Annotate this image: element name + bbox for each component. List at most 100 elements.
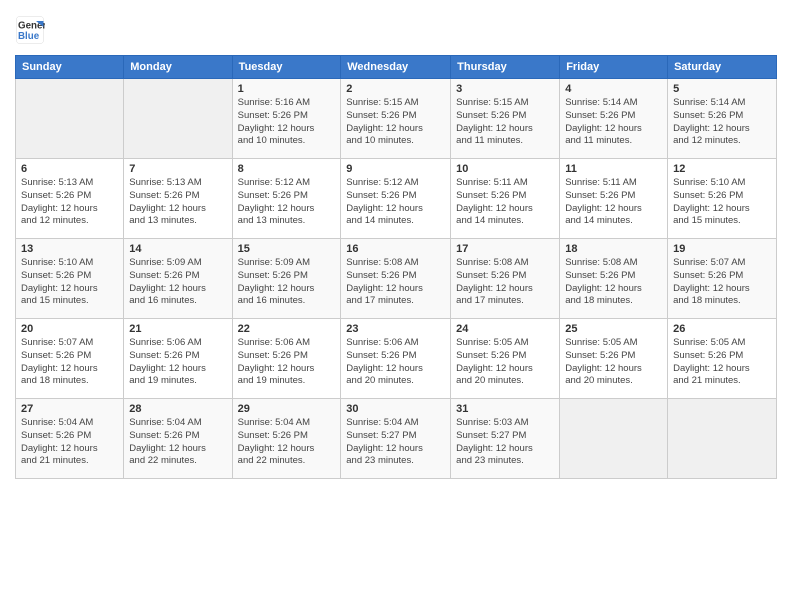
day-number: 18 <box>565 243 662 255</box>
day-number: 22 <box>238 323 336 335</box>
day-info: Sunrise: 5:06 AM Sunset: 5:26 PM Dayligh… <box>346 337 445 388</box>
day-number: 3 <box>456 83 554 95</box>
day-number: 15 <box>238 243 336 255</box>
week-row-4: 20 Sunrise: 5:07 AM Sunset: 5:26 PM Dayli… <box>16 319 777 399</box>
day-number: 16 <box>346 243 445 255</box>
week-row-2: 6 Sunrise: 5:13 AM Sunset: 5:26 PM Daylig… <box>16 159 777 239</box>
day-number: 7 <box>129 163 226 175</box>
calendar-cell: 21 Sunrise: 5:06 AM Sunset: 5:26 PM Dayli… <box>124 319 232 399</box>
calendar-cell: 10 Sunrise: 5:11 AM Sunset: 5:26 PM Dayli… <box>451 159 560 239</box>
day-info: Sunrise: 5:05 AM Sunset: 5:26 PM Dayligh… <box>565 337 662 388</box>
day-info: Sunrise: 5:06 AM Sunset: 5:26 PM Dayligh… <box>238 337 336 388</box>
calendar-cell: 30 Sunrise: 5:04 AM Sunset: 5:27 PM Dayli… <box>341 399 451 479</box>
header-sunday: Sunday <box>16 56 124 79</box>
day-info: Sunrise: 5:11 AM Sunset: 5:26 PM Dayligh… <box>456 177 554 228</box>
day-number: 25 <box>565 323 662 335</box>
day-info: Sunrise: 5:08 AM Sunset: 5:26 PM Dayligh… <box>565 257 662 308</box>
calendar-cell <box>16 79 124 159</box>
day-info: Sunrise: 5:12 AM Sunset: 5:26 PM Dayligh… <box>346 177 445 228</box>
day-info: Sunrise: 5:12 AM Sunset: 5:26 PM Dayligh… <box>238 177 336 228</box>
calendar-cell: 3 Sunrise: 5:15 AM Sunset: 5:26 PM Daylig… <box>451 79 560 159</box>
page-header: General Blue <box>15 15 777 45</box>
calendar-cell: 24Sunrise: 5:05 AM Sunset: 5:26 PM Dayli… <box>451 319 560 399</box>
day-info: Sunrise: 5:15 AM Sunset: 5:26 PM Dayligh… <box>456 97 554 148</box>
day-number: 29 <box>238 403 336 415</box>
calendar-cell: 13 Sunrise: 5:10 AM Sunset: 5:26 PM Dayli… <box>16 239 124 319</box>
header-thursday: Thursday <box>451 56 560 79</box>
calendar-cell: 2Sunrise: 5:15 AM Sunset: 5:26 PM Daylig… <box>341 79 451 159</box>
day-info: Sunrise: 5:13 AM Sunset: 5:26 PM Dayligh… <box>129 177 226 228</box>
calendar-cell: 16 Sunrise: 5:08 AM Sunset: 5:26 PM Dayli… <box>341 239 451 319</box>
header-wednesday: Wednesday <box>341 56 451 79</box>
day-info: Sunrise: 5:10 AM Sunset: 5:26 PM Dayligh… <box>673 177 771 228</box>
day-number: 27 <box>21 403 118 415</box>
calendar-cell: 19Sunrise: 5:07 AM Sunset: 5:26 PM Dayli… <box>668 239 777 319</box>
day-number: 26 <box>673 323 771 335</box>
day-info: Sunrise: 5:04 AM Sunset: 5:27 PM Dayligh… <box>346 417 445 468</box>
day-number: 10 <box>456 163 554 175</box>
header-friday: Friday <box>560 56 668 79</box>
day-info: Sunrise: 5:03 AM Sunset: 5:27 PM Dayligh… <box>456 417 554 468</box>
calendar-cell: 9 Sunrise: 5:12 AM Sunset: 5:26 PM Daylig… <box>341 159 451 239</box>
calendar-cell: 5 Sunrise: 5:14 AM Sunset: 5:26 PM Daylig… <box>668 79 777 159</box>
header-tuesday: Tuesday <box>232 56 341 79</box>
week-row-1: 1 Sunrise: 5:16 AM Sunset: 5:26 PM Daylig… <box>16 79 777 159</box>
day-info: Sunrise: 5:14 AM Sunset: 5:26 PM Dayligh… <box>673 97 771 148</box>
day-info: Sunrise: 5:10 AM Sunset: 5:26 PM Dayligh… <box>21 257 118 308</box>
calendar-cell <box>668 399 777 479</box>
header-monday: Monday <box>124 56 232 79</box>
day-info: Sunrise: 5:04 AM Sunset: 5:26 PM Dayligh… <box>238 417 336 468</box>
day-number: 5 <box>673 83 771 95</box>
calendar-cell: 17 Sunrise: 5:08 AM Sunset: 5:26 PM Dayli… <box>451 239 560 319</box>
day-number: 17 <box>456 243 554 255</box>
calendar-cell: 8 Sunrise: 5:12 AM Sunset: 5:26 PM Daylig… <box>232 159 341 239</box>
day-number: 6 <box>21 163 118 175</box>
calendar-cell: 14Sunrise: 5:09 AM Sunset: 5:26 PM Dayli… <box>124 239 232 319</box>
calendar-cell: 12Sunrise: 5:10 AM Sunset: 5:26 PM Dayli… <box>668 159 777 239</box>
week-row-5: 27 Sunrise: 5:04 AM Sunset: 5:26 PM Dayli… <box>16 399 777 479</box>
calendar-cell: 22 Sunrise: 5:06 AM Sunset: 5:26 PM Dayli… <box>232 319 341 399</box>
day-info: Sunrise: 5:15 AM Sunset: 5:26 PM Dayligh… <box>346 97 445 148</box>
day-number: 30 <box>346 403 445 415</box>
header-saturday: Saturday <box>668 56 777 79</box>
day-number: 28 <box>129 403 226 415</box>
day-number: 1 <box>238 83 336 95</box>
day-number: 13 <box>21 243 118 255</box>
day-number: 21 <box>129 323 226 335</box>
logo-icon: General Blue <box>15 15 45 45</box>
calendar-cell: 25 Sunrise: 5:05 AM Sunset: 5:26 PM Dayli… <box>560 319 668 399</box>
week-row-3: 13 Sunrise: 5:10 AM Sunset: 5:26 PM Dayli… <box>16 239 777 319</box>
calendar-cell <box>560 399 668 479</box>
logo: General Blue <box>15 15 49 45</box>
calendar-cell: 28 Sunrise: 5:04 AM Sunset: 5:26 PM Dayli… <box>124 399 232 479</box>
day-number: 8 <box>238 163 336 175</box>
calendar-cell: 11 Sunrise: 5:11 AM Sunset: 5:26 PM Dayli… <box>560 159 668 239</box>
weekday-header-row: SundayMondayTuesdayWednesdayThursdayFrid… <box>16 56 777 79</box>
day-info: Sunrise: 5:13 AM Sunset: 5:26 PM Dayligh… <box>21 177 118 228</box>
day-info: Sunrise: 5:08 AM Sunset: 5:26 PM Dayligh… <box>456 257 554 308</box>
day-info: Sunrise: 5:14 AM Sunset: 5:26 PM Dayligh… <box>565 97 662 148</box>
day-info: Sunrise: 5:08 AM Sunset: 5:26 PM Dayligh… <box>346 257 445 308</box>
day-number: 20 <box>21 323 118 335</box>
day-info: Sunrise: 5:11 AM Sunset: 5:26 PM Dayligh… <box>565 177 662 228</box>
day-info: Sunrise: 5:04 AM Sunset: 5:26 PM Dayligh… <box>21 417 118 468</box>
day-info: Sunrise: 5:05 AM Sunset: 5:26 PM Dayligh… <box>673 337 771 388</box>
day-number: 19 <box>673 243 771 255</box>
day-number: 9 <box>346 163 445 175</box>
day-info: Sunrise: 5:16 AM Sunset: 5:26 PM Dayligh… <box>238 97 336 148</box>
day-info: Sunrise: 5:04 AM Sunset: 5:26 PM Dayligh… <box>129 417 226 468</box>
svg-text:Blue: Blue <box>18 31 40 42</box>
calendar-cell: 1 Sunrise: 5:16 AM Sunset: 5:26 PM Daylig… <box>232 79 341 159</box>
day-number: 31 <box>456 403 554 415</box>
calendar-cell: 15Sunrise: 5:09 AM Sunset: 5:26 PM Dayli… <box>232 239 341 319</box>
calendar-cell: 23Sunrise: 5:06 AM Sunset: 5:26 PM Dayli… <box>341 319 451 399</box>
day-info: Sunrise: 5:06 AM Sunset: 5:26 PM Dayligh… <box>129 337 226 388</box>
calendar-cell: 31 Sunrise: 5:03 AM Sunset: 5:27 PM Dayli… <box>451 399 560 479</box>
day-number: 4 <box>565 83 662 95</box>
day-number: 11 <box>565 163 662 175</box>
day-info: Sunrise: 5:09 AM Sunset: 5:26 PM Dayligh… <box>129 257 226 308</box>
calendar-cell: 7 Sunrise: 5:13 AM Sunset: 5:26 PM Daylig… <box>124 159 232 239</box>
day-info: Sunrise: 5:07 AM Sunset: 5:26 PM Dayligh… <box>21 337 118 388</box>
day-number: 24 <box>456 323 554 335</box>
calendar-cell: 6 Sunrise: 5:13 AM Sunset: 5:26 PM Daylig… <box>16 159 124 239</box>
